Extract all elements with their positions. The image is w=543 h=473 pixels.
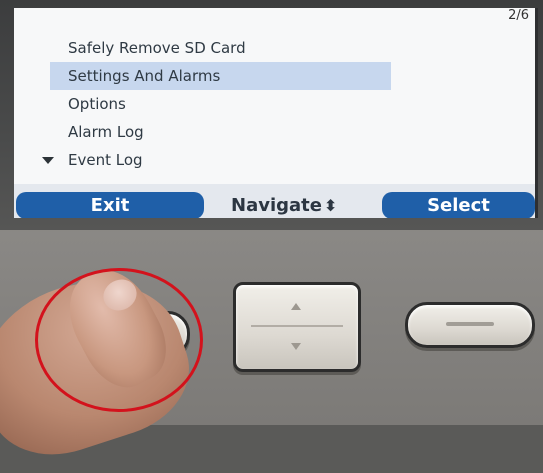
menu-item-label: Settings And Alarms [68, 67, 221, 85]
navigate-label: Navigate [231, 195, 322, 216]
menu-item-label: Event Log [68, 151, 143, 169]
navigate-hardware-button[interactable] [233, 282, 361, 372]
menu-list: Safely Remove SD Card Settings And Alarm… [42, 34, 510, 174]
monitor-device: 2/6 Safely Remove SD Card Settings And A… [0, 0, 543, 473]
menu-item-safely-remove-sd-card[interactable]: Safely Remove SD Card [50, 34, 510, 62]
red-highlight-circle [35, 268, 203, 412]
right-hardware-button[interactable] [405, 302, 535, 348]
exit-softkey[interactable]: Exit [16, 192, 204, 218]
button-divider [251, 325, 343, 327]
device-screen: 2/6 Safely Remove SD Card Settings And A… [14, 8, 538, 218]
up-down-arrows-icon: ⬍ [323, 196, 338, 215]
menu-item-event-log[interactable]: Event Log [42, 146, 510, 174]
navigate-softkey: Navigate ⬍ [231, 192, 337, 218]
menu-item-label: Options [68, 95, 126, 113]
menu-item-alarm-log[interactable]: Alarm Log [50, 118, 510, 146]
menu-item-settings-and-alarms[interactable]: Settings And Alarms [50, 62, 391, 90]
menu-item-options[interactable]: Options [50, 90, 510, 118]
softkey-bar: Exit Navigate ⬍ Select [14, 184, 535, 218]
page-counter: 2/6 [508, 8, 529, 23]
select-softkey[interactable]: Select [382, 192, 535, 218]
down-arrow-icon [42, 157, 54, 164]
button-groove [446, 322, 494, 326]
menu-item-label: Safely Remove SD Card [68, 39, 246, 57]
down-arrow-icon [291, 343, 301, 350]
up-arrow-icon [291, 303, 301, 310]
menu-item-label: Alarm Log [68, 123, 144, 141]
